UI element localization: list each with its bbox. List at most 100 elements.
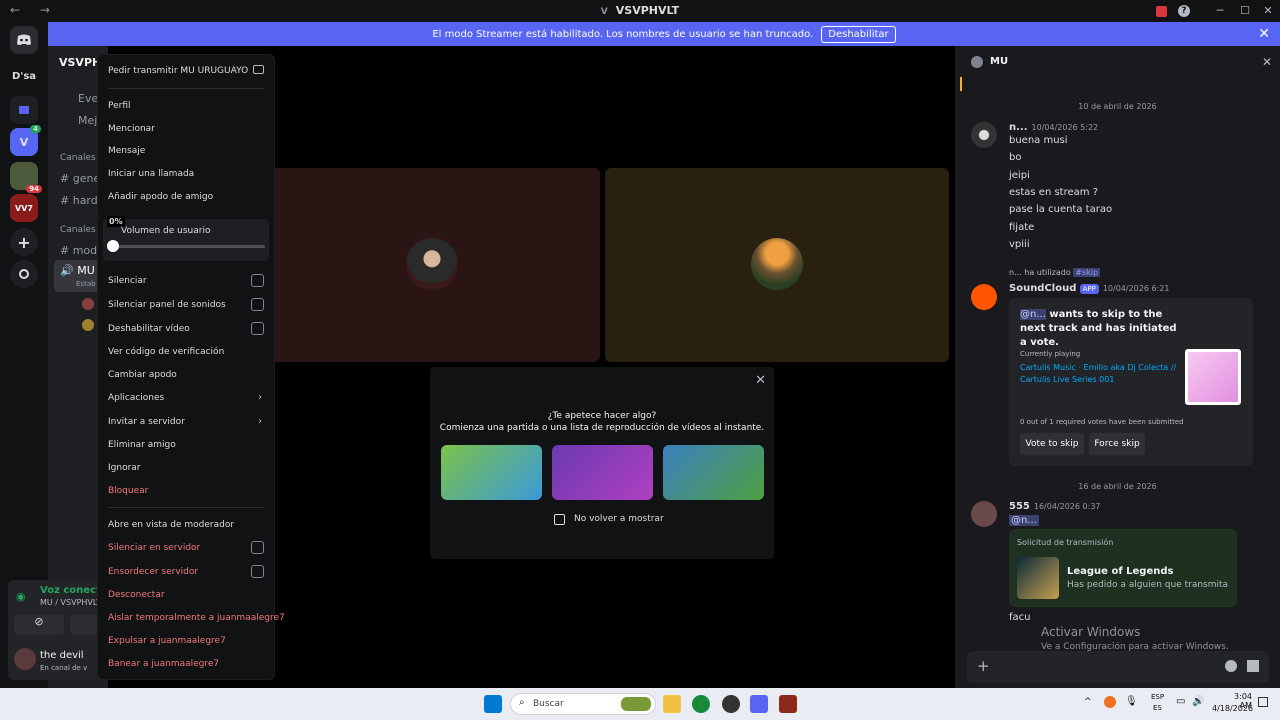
menu-profile[interactable]: Perfil: [108, 101, 131, 111]
track-link[interactable]: Cartulis Music · Emilio aka Dj Colecta /…: [1020, 362, 1178, 386]
menu-timeout[interactable]: Aislar temporalmente a juanmaalegre7: [108, 613, 285, 623]
soundcloud-icon[interactable]: [971, 284, 997, 310]
discord-home-icon[interactable]: [10, 26, 38, 54]
channel-mod[interactable]: # mod: [60, 244, 97, 257]
chevron-up-icon[interactable]: ^: [1084, 697, 1092, 707]
menu-ban[interactable]: Banear a juanmaalegre7: [108, 659, 219, 669]
lang-2[interactable]: ES: [1153, 704, 1162, 712]
menu-mention[interactable]: Mencionar: [108, 124, 155, 134]
server-deafen-checkbox[interactable]: [251, 565, 264, 578]
file-explorer-icon[interactable]: [663, 695, 681, 713]
minimize-button[interactable]: ─: [1212, 3, 1228, 19]
video-tile-2[interactable]: [605, 168, 949, 362]
user-avatar[interactable]: [14, 648, 36, 670]
server-v[interactable]: V 4: [10, 125, 41, 156]
screen-share-icon[interactable]: [70, 615, 100, 635]
message-author[interactable]: n...: [1009, 122, 1028, 133]
voice-user-avatar[interactable]: [82, 319, 94, 331]
menu-verification-code[interactable]: Ver código de verificación: [108, 347, 224, 357]
chat-close-icon[interactable]: ✕: [1262, 55, 1272, 69]
voice-path[interactable]: MU / VSVPHVLT: [40, 598, 101, 607]
gift-icon[interactable]: [1225, 660, 1237, 672]
disable-streamer-button[interactable]: Deshabilitar: [821, 25, 896, 43]
tray-icon[interactable]: [1104, 696, 1116, 708]
server-vv7[interactable]: VV7: [10, 194, 38, 222]
voice-status: Estab: [76, 280, 96, 288]
menu-mute[interactable]: Silenciar: [108, 276, 147, 286]
popup-close-icon[interactable]: ✕: [755, 373, 766, 388]
dont-show-label[interactable]: No volver a mostrar: [574, 514, 664, 524]
volume-icon[interactable]: 🔊: [1192, 696, 1204, 707]
app-icon[interactable]: [722, 695, 740, 713]
message-input[interactable]: +: [967, 651, 1269, 683]
dont-show-checkbox[interactable]: [554, 514, 565, 525]
menu-call[interactable]: Iniciar una llamada: [108, 169, 194, 179]
help-icon[interactable]: ?: [1178, 5, 1190, 17]
menu-disable-video[interactable]: Deshabilitar vídeo: [108, 324, 190, 334]
disable-video-checkbox[interactable]: [251, 322, 264, 335]
server-avatar[interactable]: 94: [10, 162, 42, 193]
clock-date[interactable]: 4/18/2026: [1212, 704, 1253, 713]
apps-icon[interactable]: [1247, 660, 1259, 672]
menu-disconnect[interactable]: Desconectar: [108, 590, 165, 600]
camera-off-icon[interactable]: ⊘: [14, 615, 64, 635]
votes-text: 0 out of 1 required votes have been subm…: [1020, 418, 1184, 426]
menu-change-nickname[interactable]: Cambiar apodo: [108, 370, 177, 380]
participant-avatar[interactable]: [751, 238, 803, 290]
menu-apps[interactable]: Aplicaciones: [108, 393, 164, 403]
user-avatar[interactable]: [971, 501, 997, 527]
menu-block[interactable]: Bloquear: [108, 486, 148, 496]
volume-slider-handle[interactable]: [107, 240, 119, 252]
app-icon[interactable]: [779, 695, 797, 713]
channel-hard[interactable]: # hard: [60, 194, 98, 207]
user-avatar[interactable]: [971, 122, 997, 148]
add-server-icon[interactable]: +: [10, 228, 38, 256]
game-poxel-io[interactable]: [663, 445, 764, 500]
folder-icon[interactable]: [10, 96, 38, 124]
menu-kick[interactable]: Expulsar a juanmaalegre7: [108, 636, 226, 646]
menu-message[interactable]: Mensaje: [108, 146, 145, 156]
force-skip-button[interactable]: Force skip: [1089, 433, 1145, 455]
vote-skip-button[interactable]: Vote to skip: [1020, 433, 1084, 455]
user-name[interactable]: the devil: [40, 650, 84, 661]
menu-mute-soundboard[interactable]: Silenciar panel de sonidos: [108, 300, 226, 310]
mic-icon[interactable]: 🎙: [1125, 696, 1138, 707]
game-nitro-control[interactable]: [552, 445, 653, 500]
menu-remove-friend[interactable]: Eliminar amigo: [108, 440, 176, 450]
windows-start-icon[interactable]: [484, 695, 502, 713]
lang-1[interactable]: ESP: [1151, 693, 1164, 701]
track-thumbnail[interactable]: [1185, 349, 1241, 405]
bot-name[interactable]: SoundCloud: [1009, 283, 1076, 294]
discover-icon[interactable]: [10, 260, 38, 288]
menu-server-mute[interactable]: Silenciar en servidor: [108, 543, 200, 553]
voice-user-avatar[interactable]: [82, 298, 94, 310]
maximize-button[interactable]: ☐: [1237, 3, 1253, 19]
channel-general[interactable]: # gene: [60, 172, 100, 185]
mention[interactable]: @n...: [1009, 515, 1039, 526]
taskbar-search[interactable]: ⌕ Buscar: [510, 693, 656, 715]
volume-slider-track[interactable]: [113, 245, 265, 248]
notifications-icon[interactable]: [1258, 697, 1268, 707]
banner-close-icon[interactable]: ✕: [1258, 26, 1270, 42]
chrome-icon[interactable]: [692, 695, 710, 713]
close-window-button[interactable]: ✕: [1260, 3, 1276, 19]
video-tile-1[interactable]: [256, 168, 600, 362]
discord-taskbar-icon[interactable]: [750, 695, 768, 713]
participant-avatar[interactable]: [406, 238, 458, 290]
message-author[interactable]: 555: [1009, 501, 1030, 512]
playing-label: Currently playing: [1020, 350, 1081, 358]
menu-invite[interactable]: Invitar a servidor: [108, 417, 185, 427]
mute-checkbox[interactable]: [251, 274, 264, 287]
menu-moderator-view[interactable]: Abre en vista de moderador: [108, 520, 234, 530]
server-mute-checkbox[interactable]: [251, 541, 264, 554]
server-dsa[interactable]: D'sa: [10, 62, 38, 90]
add-attachment-icon[interactable]: +: [977, 657, 990, 675]
network-icon[interactable]: ▭: [1176, 696, 1185, 707]
menu-add-nickname[interactable]: Añadir apodo de amigo: [108, 192, 213, 202]
inbox-icon[interactable]: [1156, 6, 1167, 17]
game-farm-land[interactable]: [441, 445, 542, 500]
menu-ignore[interactable]: Ignorar: [108, 463, 141, 473]
request-stream-item[interactable]: Pedir transmitir MU URUGUAYO: [108, 66, 248, 76]
menu-server-deafen[interactable]: Ensordecer servidor: [108, 567, 198, 577]
mute-soundboard-checkbox[interactable]: [251, 298, 264, 311]
